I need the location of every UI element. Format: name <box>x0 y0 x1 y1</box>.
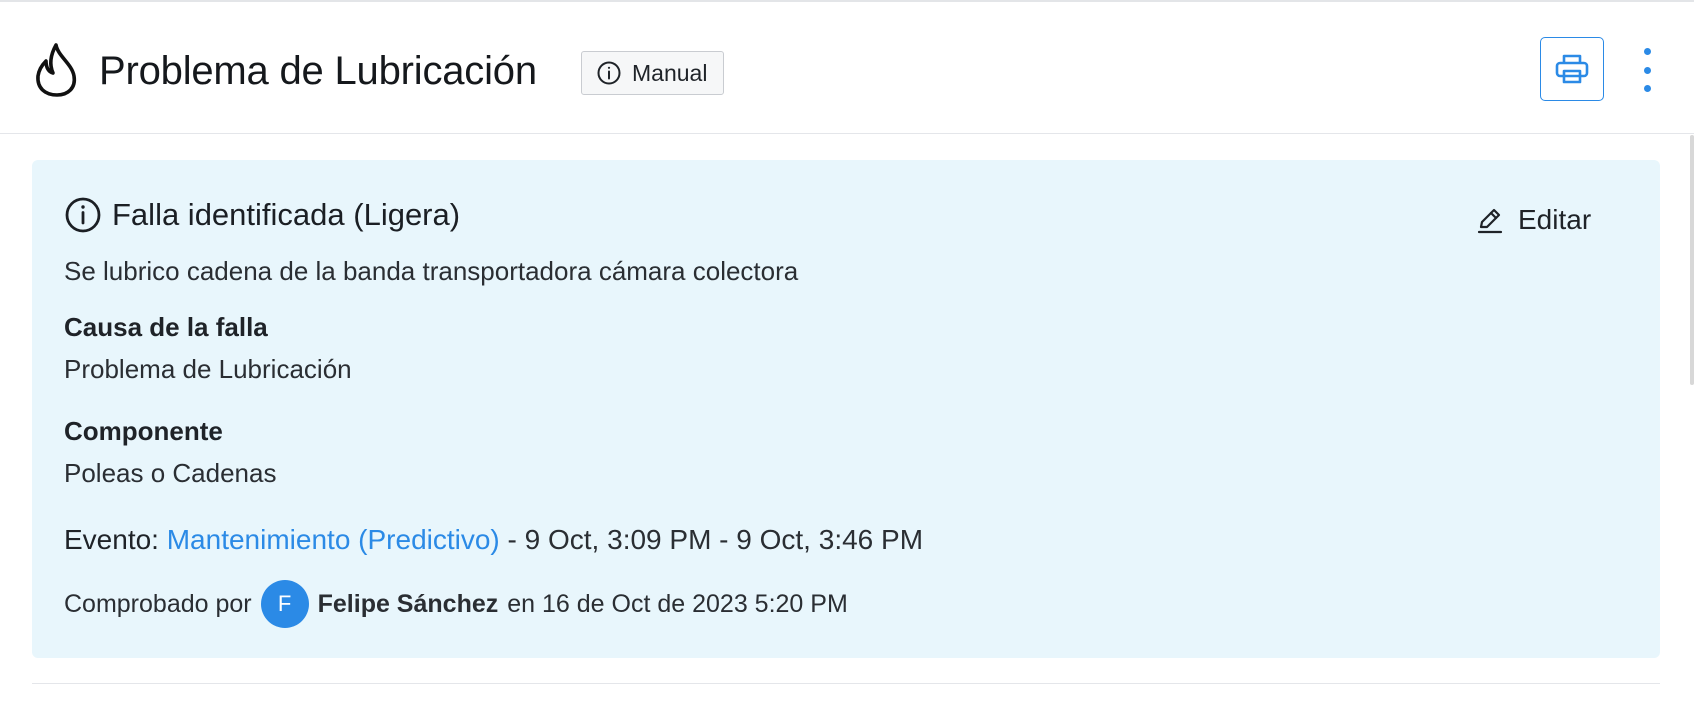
checked-by-line: Comprobado por F Felipe Sánchez en 16 de… <box>64 580 848 628</box>
edit-button[interactable]: Editar <box>1476 204 1591 236</box>
printer-icon <box>1555 54 1589 84</box>
component-value: Poleas o Cadenas <box>64 458 277 488</box>
event-link[interactable]: Mantenimiento (Predictivo) <box>167 524 500 555</box>
component-label: Componente <box>64 416 223 446</box>
section-divider <box>32 683 1660 684</box>
event-label: Evento: <box>64 524 159 555</box>
failure-card: Falla identificada (Ligera) Editar Se lu… <box>32 160 1660 658</box>
edit-label: Editar <box>1518 204 1592 235</box>
failure-card-header: Falla identificada (Ligera) <box>64 196 460 234</box>
pencil-icon <box>1477 208 1503 234</box>
source-badge: Manual <box>581 51 725 95</box>
checked-by-date: en 16 de Oct de 2023 5:20 PM <box>507 589 848 618</box>
checked-by-name: Felipe Sánchez <box>317 589 499 618</box>
page-title: Problema de Lubricación <box>99 49 537 93</box>
info-icon <box>597 61 621 85</box>
checked-by-prefix: Comprobado por <box>64 589 252 618</box>
badge-label: Manual <box>632 59 708 86</box>
avatar: F <box>260 580 309 628</box>
app-window: Problema de Lubricación Manual Falla ide… <box>0 0 1694 714</box>
failure-title: Falla identificada (Ligera) <box>112 197 461 232</box>
more-vertical-icon <box>1643 48 1651 55</box>
cause-label: Causa de la falla <box>64 312 268 342</box>
failure-description: Se lubrico cadena de la banda transporta… <box>64 256 799 286</box>
info-icon <box>65 197 101 233</box>
page-header: Problema de Lubricación Manual <box>0 2 1694 134</box>
event-line: Evento: Mantenimiento (Predictivo) - 9 O… <box>64 524 923 556</box>
event-time-range: - 9 Oct, 3:09 PM - 9 Oct, 3:46 PM <box>499 524 924 555</box>
flame-icon <box>36 43 77 97</box>
cause-value: Problema de Lubricación <box>64 354 352 384</box>
print-button[interactable] <box>1540 37 1604 101</box>
more-options-button[interactable] <box>1632 40 1662 100</box>
scrollbar[interactable] <box>1690 135 1694 385</box>
